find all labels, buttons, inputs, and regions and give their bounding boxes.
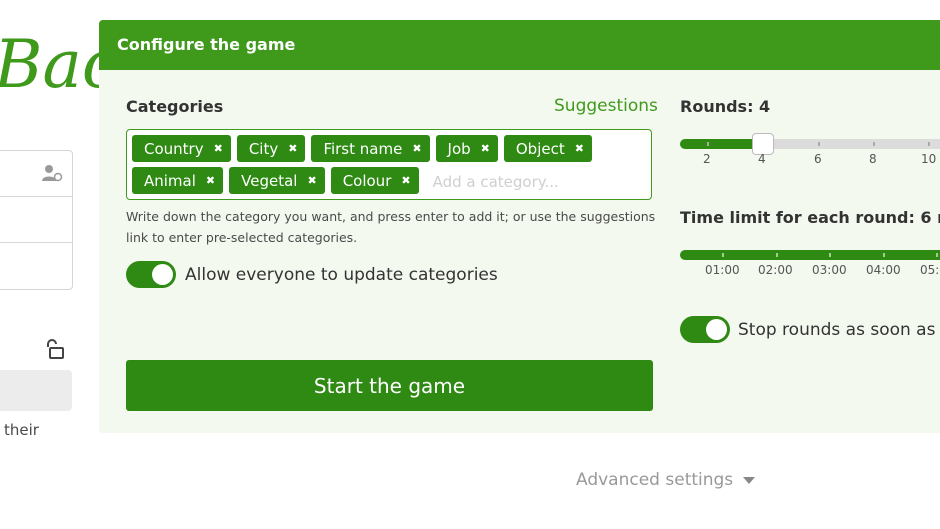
- categories-tag-input[interactable]: Country ✖ City ✖ First name ✖ Job ✖ Object ✖ …: [126, 129, 652, 200]
- tick-label: 02:00: [758, 263, 793, 277]
- advanced-settings-label: Advanced settings: [576, 470, 734, 490]
- tag-label: Job: [447, 139, 471, 158]
- tag-label: City: [248, 139, 279, 158]
- categories-label: Categories: [126, 97, 224, 116]
- slider-tick: [707, 142, 709, 146]
- category-tag: City ✖: [236, 135, 306, 162]
- tag-label: Object: [515, 139, 565, 158]
- slider-tick: [776, 253, 778, 257]
- slider-tick: [883, 253, 885, 257]
- slider-tick: [928, 142, 930, 146]
- time-limit-label: Time limit for each round: 6 min: [680, 208, 940, 227]
- add-category-input[interactable]: [430, 167, 595, 196]
- tick-label: 10: [921, 152, 937, 166]
- remove-tag-icon[interactable]: ✖: [214, 142, 223, 155]
- tick-label: 05:00: [920, 263, 940, 277]
- stop-rounds-label: Stop rounds as soon as t: [738, 320, 940, 340]
- time-limit-slider[interactable]: [680, 250, 940, 260]
- panel-title: Configure the game: [99, 20, 940, 70]
- category-tag: Country ✖: [132, 135, 231, 162]
- form-field[interactable]: [0, 196, 73, 243]
- slider-tick: [722, 253, 724, 257]
- remove-tag-icon[interactable]: ✖: [481, 142, 490, 155]
- tag-label: First name: [323, 139, 403, 158]
- user-settings-icon: [42, 165, 63, 182]
- tags-row: Animal ✖ Vegetal ✖ Colour ✖: [132, 167, 595, 196]
- remove-tag-icon[interactable]: ✖: [575, 142, 584, 155]
- tick-label: 6: [814, 152, 822, 166]
- rounds-slider-fill: [680, 139, 763, 149]
- allow-update-toggle[interactable]: [126, 261, 176, 288]
- tick-label: 2: [703, 152, 711, 166]
- category-tag: Animal ✖: [132, 167, 224, 194]
- tick-label: 04:00: [866, 263, 901, 277]
- suggestions-link[interactable]: Suggestions: [554, 96, 658, 116]
- start-game-button[interactable]: Start the game: [126, 360, 653, 411]
- slider-tick: [936, 253, 938, 257]
- tick-label: 8: [869, 152, 877, 166]
- caret-down-icon: [743, 476, 756, 484]
- tag-label: Country: [144, 139, 204, 158]
- category-tag: Vegetal ✖: [229, 167, 325, 194]
- category-tag: First name ✖: [311, 135, 430, 162]
- remove-tag-icon[interactable]: ✖: [412, 142, 421, 155]
- slider-tick: [818, 142, 820, 146]
- categories-help-text: Write down the category you want, and pr…: [126, 209, 656, 245]
- username-field[interactable]: [0, 150, 73, 197]
- toggle-knob: [706, 319, 727, 340]
- form-field[interactable]: [0, 242, 73, 290]
- advanced-settings-toggle[interactable]: Advanced settings: [576, 470, 756, 490]
- left-action-bar[interactable]: [0, 370, 72, 411]
- tick-label: 4: [758, 152, 766, 166]
- configure-game-panel: Configure the game Categories Suggestion…: [99, 20, 940, 433]
- toggle-knob: [152, 264, 173, 285]
- tags-row: Country ✖ City ✖ First name ✖ Job ✖ Object ✖: [132, 135, 592, 162]
- left-description-text: their: [4, 421, 39, 439]
- tick-label: 01:00: [705, 263, 740, 277]
- tag-label: Animal: [144, 171, 196, 190]
- remove-tag-icon[interactable]: ✖: [288, 142, 297, 155]
- tag-label: Vegetal: [241, 171, 298, 190]
- rounds-label: Rounds: 4: [680, 97, 771, 116]
- category-tag: Object ✖: [503, 135, 592, 162]
- stop-rounds-toggle[interactable]: [680, 316, 730, 343]
- allow-update-label: Allow everyone to update categories: [185, 265, 498, 285]
- remove-tag-icon[interactable]: ✖: [401, 174, 410, 187]
- rounds-slider[interactable]: [680, 133, 940, 155]
- slider-tick: [873, 142, 875, 146]
- tag-label: Colour: [342, 171, 392, 190]
- category-tag: Colour ✖: [330, 167, 419, 194]
- slider-tick: [829, 253, 831, 257]
- remove-tag-icon[interactable]: ✖: [206, 174, 215, 187]
- unlock-icon[interactable]: [44, 339, 64, 359]
- remove-tag-icon[interactable]: ✖: [307, 174, 316, 187]
- category-tag: Job ✖: [435, 135, 498, 162]
- tick-label: 03:00: [812, 263, 847, 277]
